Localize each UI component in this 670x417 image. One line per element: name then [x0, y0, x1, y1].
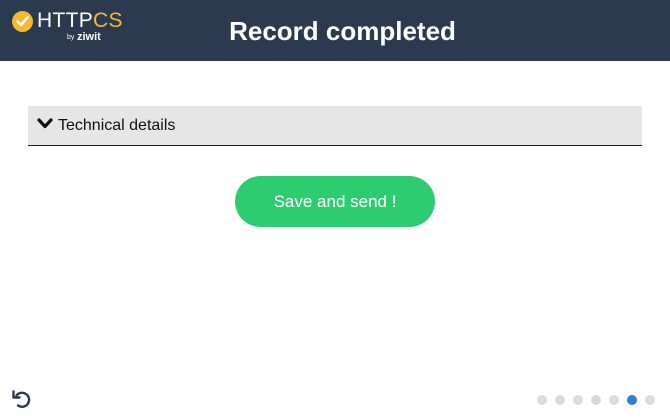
- undo-icon[interactable]: [10, 388, 32, 410]
- save-and-send-button[interactable]: Save and send !: [235, 176, 435, 227]
- logo-wordmark: HTTPCS: [37, 9, 123, 33]
- pagination-dot[interactable]: [627, 395, 637, 405]
- technical-details-label: Technical details: [58, 117, 176, 134]
- logo-word-accent: CS: [93, 9, 123, 32]
- logo-company-name: ziwit: [77, 31, 101, 43]
- pagination-dots: [537, 395, 657, 405]
- pagination-dot[interactable]: [609, 395, 619, 405]
- technical-details-toggle[interactable]: Technical details: [28, 106, 642, 146]
- pagination-dot[interactable]: [645, 395, 655, 405]
- page-title: Record completed: [229, 16, 456, 46]
- chevron-down-icon: [37, 118, 53, 129]
- check-badge-icon: [12, 11, 33, 32]
- pagination-dot[interactable]: [555, 395, 565, 405]
- header-bar: HTTPCS by ziwit Record completed: [0, 0, 670, 61]
- logo-by-text: by: [67, 34, 75, 41]
- logo-word-main: HTTP: [37, 9, 94, 32]
- pagination-dot[interactable]: [573, 395, 583, 405]
- pagination-dot[interactable]: [537, 395, 547, 405]
- httpcs-logo: HTTPCS by ziwit: [12, 9, 123, 49]
- pagination-dot[interactable]: [591, 395, 601, 405]
